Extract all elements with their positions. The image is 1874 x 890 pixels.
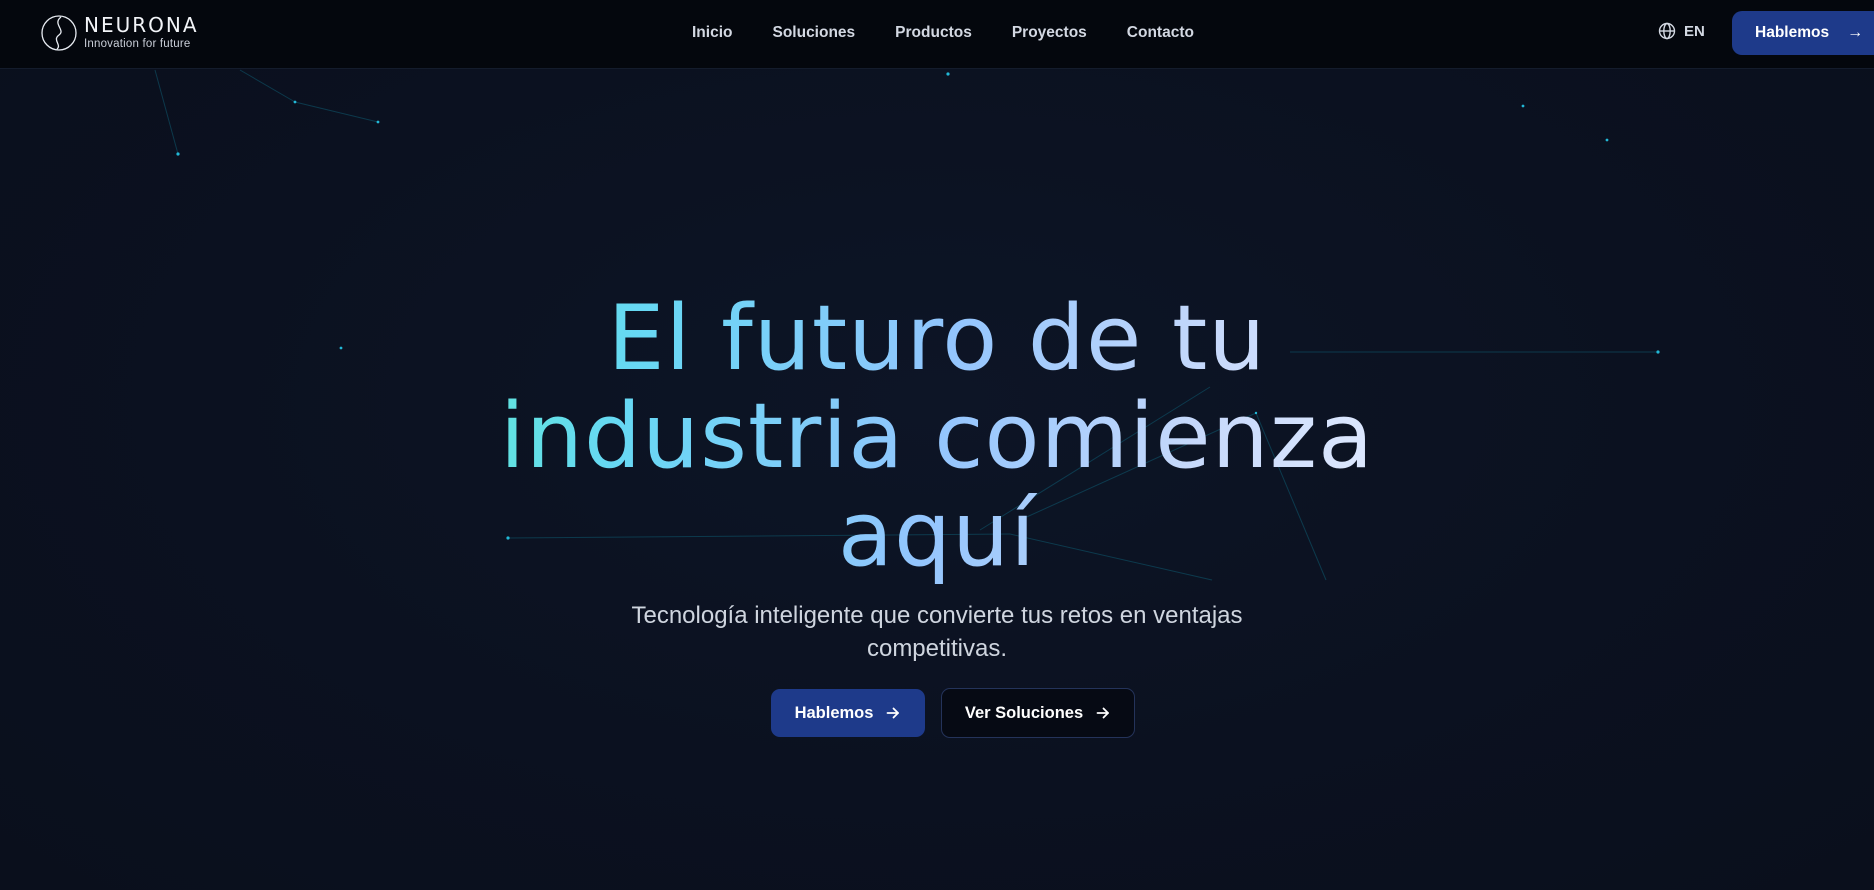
nav-item-contacto[interactable]: Contacto — [1127, 24, 1194, 42]
ver-soluciones-button-label: Ver Soluciones — [964, 703, 1084, 722]
hero-title-line: industria comienza — [499, 384, 1375, 489]
nav-item-soluciones[interactable]: Soluciones — [772, 24, 855, 42]
nav-item-proyectos[interactable]: Proyectos — [1012, 24, 1087, 42]
globe-icon — [1658, 22, 1676, 40]
brand-tagline: Innovation for future — [84, 38, 191, 51]
nav-item-inicio[interactable]: Inicio — [692, 24, 732, 42]
hero-subtitle: Tecnología inteligente que convierte tus… — [631, 602, 1243, 662]
arrow-right-icon: → — [1847, 24, 1864, 41]
main-nav: Inicio Soluciones Productos Proyectos Co… — [692, 0, 1194, 66]
hablemos-button[interactable]: Hablemos — [771, 689, 925, 737]
neurona-logo-icon — [41, 15, 77, 51]
hero-title-line: aquí — [837, 482, 1037, 587]
ver-soluciones-button[interactable]: Ver Soluciones — [941, 688, 1135, 738]
header-cta-label: Hablemos — [1755, 24, 1830, 41]
hero-title: El futuro de tu industria comienza aquí — [437, 290, 1437, 584]
hablemos-button-label: Hablemos — [794, 703, 874, 722]
arrow-right-icon — [1095, 705, 1111, 721]
brand-logo[interactable]: NEURONA Innovation for future — [40, 12, 199, 54]
site-header: NEURONA Innovation for future Inicio Sol… — [0, 0, 1874, 69]
page: NEURONA Innovation for future Inicio Sol… — [0, 0, 1874, 890]
brand-name: NEURONA — [84, 13, 199, 38]
nav-item-productos[interactable]: Productos — [895, 24, 972, 42]
language-label: EN — [1684, 22, 1705, 40]
header-hablemos-button[interactable]: Hablemos → — [1732, 11, 1874, 55]
hero-title-line: El futuro de tu — [607, 286, 1267, 391]
arrow-right-icon — [885, 705, 901, 721]
language-switcher[interactable]: EN — [1658, 22, 1705, 40]
